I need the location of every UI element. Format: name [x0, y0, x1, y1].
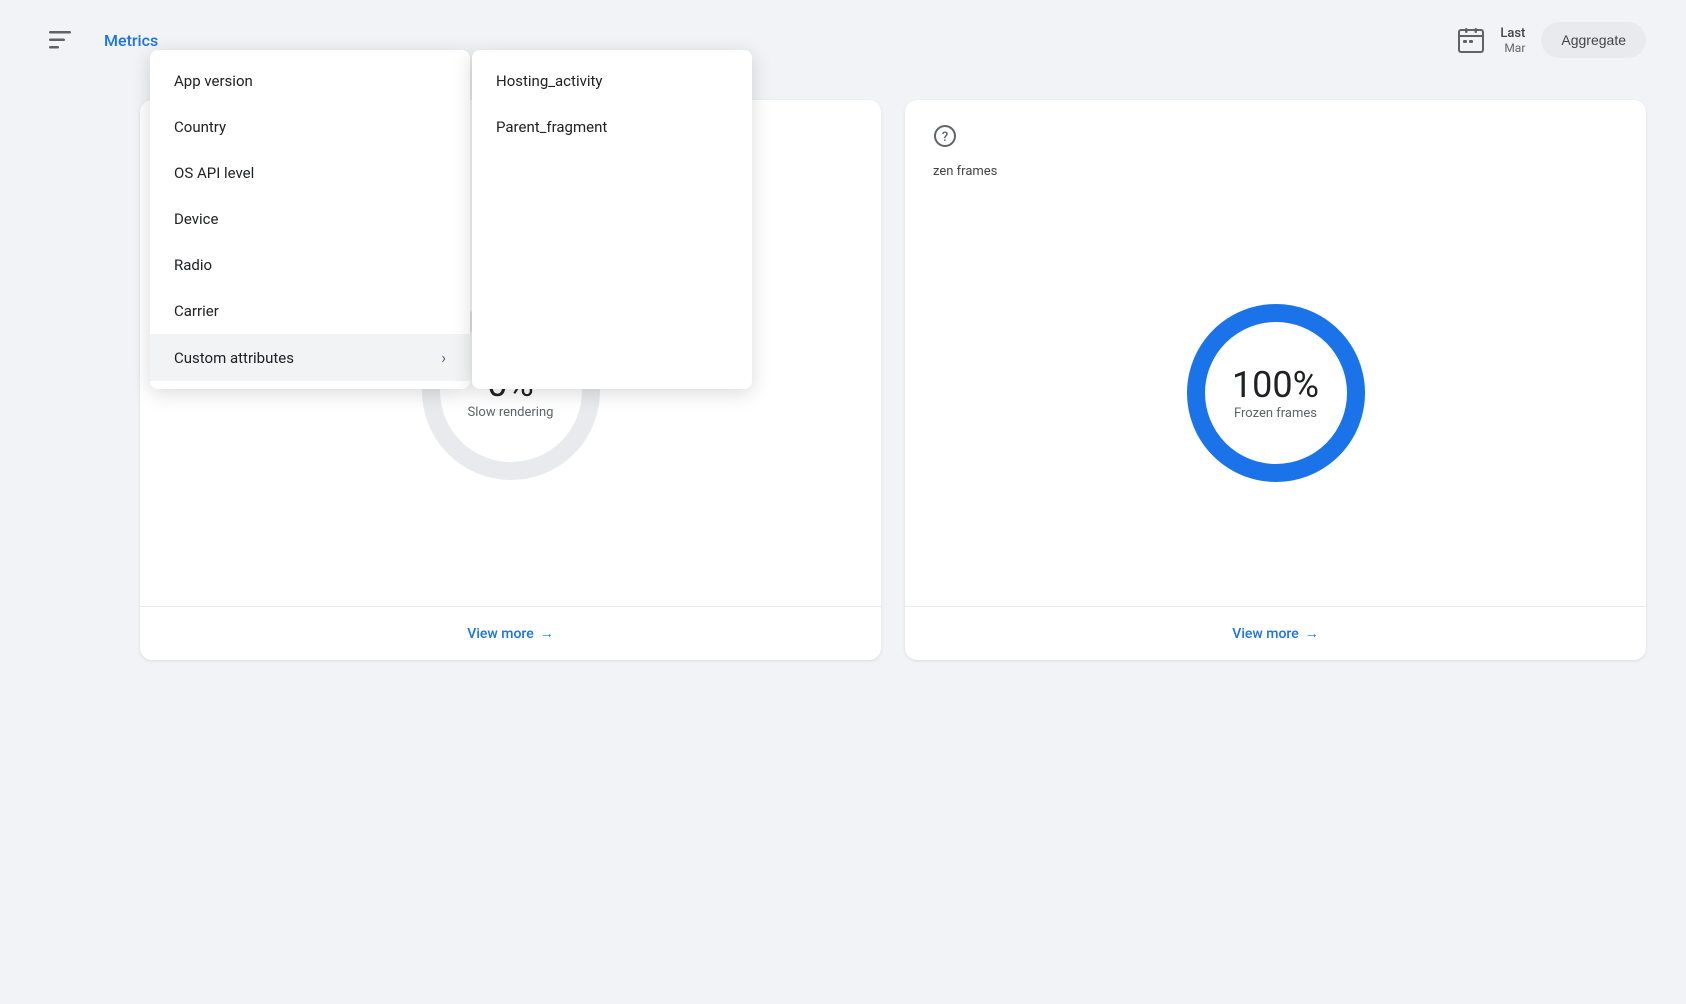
- top-bar-right: Last Mar Aggregate: [1458, 22, 1646, 58]
- svg-text:?: ?: [942, 130, 948, 145]
- arrow-right-icon-2: →: [1305, 625, 1319, 642]
- dropdown-item-country[interactable]: Country: [150, 104, 470, 150]
- dropdown-overlay: App version Country OS API level Device …: [150, 50, 752, 389]
- frozen-donut-center: 100% Frozen frames: [1232, 364, 1319, 421]
- frozen-label: Frozen frames: [1232, 406, 1319, 421]
- info-icon: ?: [933, 124, 957, 148]
- slow-label: Slow rendering: [468, 405, 554, 420]
- frozen-percent: 100%: [1232, 364, 1319, 406]
- arrow-right-icon: →: [540, 625, 554, 642]
- date-info: Last Mar: [1500, 26, 1525, 55]
- frozen-frames-subtitle: zen frames: [905, 160, 1646, 179]
- filter-button[interactable]: [40, 20, 80, 60]
- date-sub: Mar: [1504, 41, 1525, 55]
- dropdown-item-carrier[interactable]: Carrier: [150, 288, 470, 334]
- dropdown-item-parent-fragment[interactable]: Parent_fragment: [472, 104, 752, 150]
- dropdown-item-app-version[interactable]: App version: [150, 58, 470, 104]
- frozen-view-more-link[interactable]: View more →: [933, 625, 1618, 642]
- frozen-frames-footer: View more →: [905, 606, 1646, 660]
- dropdown-primary: App version Country OS API level Device …: [150, 50, 470, 389]
- dropdown-item-radio[interactable]: Radio: [150, 242, 470, 288]
- chevron-right-icon: ›: [441, 348, 446, 367]
- calendar-icon: [1458, 27, 1484, 53]
- slow-rendering-footer: View more →: [140, 606, 881, 660]
- frozen-frames-title: ?: [905, 100, 1646, 160]
- aggregate-button[interactable]: Aggregate: [1541, 22, 1646, 58]
- filter-icon: [49, 31, 71, 49]
- dropdown-item-custom-attributes[interactable]: Custom attributes ›: [150, 334, 470, 381]
- date-label: Last: [1500, 26, 1525, 41]
- dropdown-item-hosting-activity[interactable]: Hosting_activity: [472, 58, 752, 104]
- frozen-frames-card: ? zen frames 100% Frozen frames: [905, 100, 1646, 660]
- dropdown-item-device[interactable]: Device: [150, 196, 470, 242]
- frozen-frames-body: 100% Frozen frames: [905, 179, 1646, 606]
- frozen-donut-container: 100% Frozen frames: [1166, 283, 1386, 503]
- dropdown-item-os-api-level[interactable]: OS API level: [150, 150, 470, 196]
- slow-view-more-link[interactable]: View more →: [168, 625, 853, 642]
- dropdown-secondary: Hosting_activity Parent_fragment: [472, 50, 752, 389]
